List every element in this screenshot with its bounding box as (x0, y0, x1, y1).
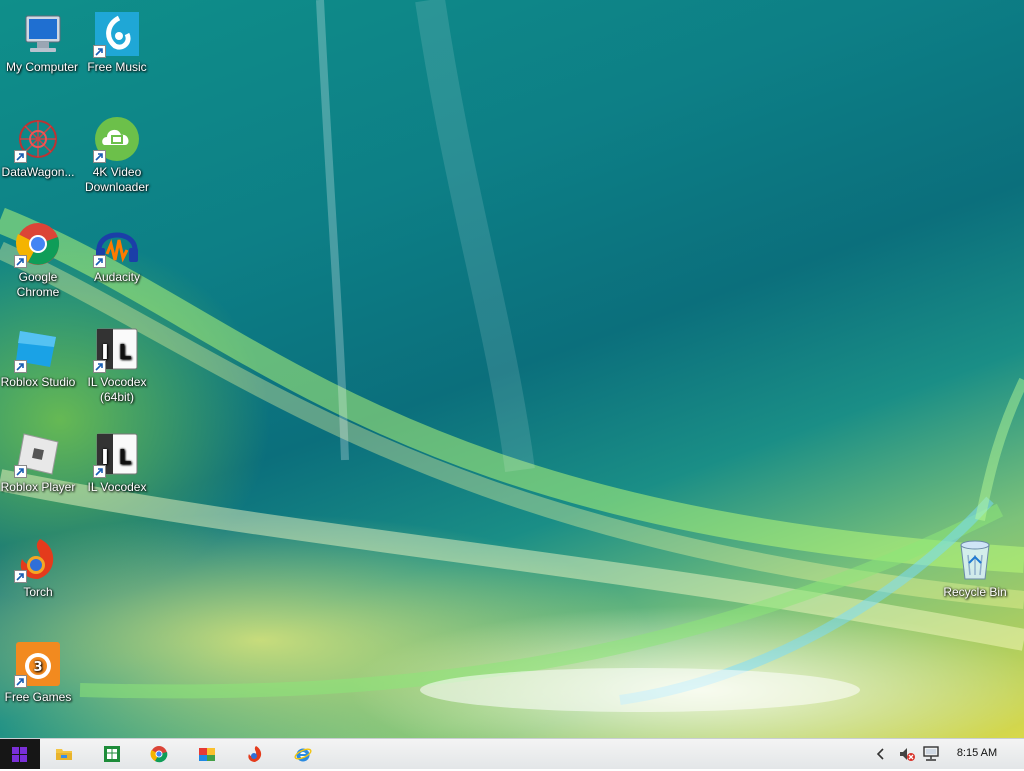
desktop-icon-roblox-studio[interactable]: Roblox Studio (0, 319, 80, 390)
free-music-icon (93, 10, 141, 58)
desktop-icon-free-music[interactable]: Free Music (75, 4, 159, 75)
desktop-icon-4k-video-downloader[interactable]: 4K Video Downloader (75, 109, 159, 195)
file-explorer-icon (56, 749, 72, 760)
shortcut-arrow-icon (14, 570, 27, 583)
chrome-icon (150, 746, 168, 763)
taskbar: 8:15 AM (0, 738, 1024, 769)
icon-label: Torch (23, 585, 53, 599)
datawagon-icon (14, 115, 62, 163)
start-button[interactable] (0, 739, 40, 769)
taskbar-spreadsheet-app[interactable] (99, 742, 125, 766)
desktop-icon-recycle-bin[interactable]: Recycle Bin (933, 529, 1017, 600)
icon-label: Free Games (4, 690, 72, 704)
icon-label: IL Vocodex (87, 480, 147, 494)
shortcut-arrow-icon (14, 150, 27, 163)
audacity-headphones-icon (93, 220, 141, 268)
taskbar-roblox[interactable] (194, 742, 220, 766)
network-icon (923, 746, 939, 761)
il-vocodex-icon: IL (93, 430, 141, 478)
desktop-icon-my-computer[interactable]: My Computer (0, 4, 84, 75)
shortcut-arrow-icon (14, 255, 27, 268)
windows-logo-icon (12, 747, 27, 762)
icon-label: Recycle Bin (943, 585, 1007, 599)
show-hidden-icons-button[interactable] (872, 745, 890, 763)
shortcut-arrow-icon (93, 360, 106, 373)
roblox-multicolor-icon (199, 748, 215, 761)
volume-button[interactable] (898, 745, 916, 763)
torch-icon (248, 746, 262, 762)
desktop-icon-audacity[interactable]: Audacity (75, 214, 159, 285)
roblox-player-icon (14, 430, 62, 478)
desktop-icon-google-chrome[interactable]: Google Chrome (0, 214, 80, 300)
shortcut-arrow-icon (14, 465, 27, 478)
desktop-icon-il-vocodex-64[interactable]: IL IL Vocodex (64bit) (75, 319, 159, 405)
taskbar-torch[interactable] (242, 742, 268, 766)
chevron-left-icon (876, 748, 884, 760)
chrome-icon (14, 220, 62, 268)
taskbar-file-explorer[interactable] (51, 742, 77, 766)
torch-icon (14, 535, 62, 583)
network-button[interactable] (922, 745, 940, 763)
icon-label: Roblox Studio (0, 375, 76, 389)
roblox-studio-icon (14, 325, 62, 373)
shortcut-arrow-icon (93, 45, 106, 58)
speaker-muted-icon (900, 748, 915, 761)
desktop-icon-roblox-player[interactable]: Roblox Player (0, 424, 80, 495)
taskbar-internet-explorer[interactable] (290, 742, 316, 766)
taskbar-chrome[interactable] (146, 742, 172, 766)
desktop-icon-il-vocodex[interactable]: IL IL Vocodex (75, 424, 159, 495)
icon-label: Google Chrome (16, 270, 60, 299)
recycle-bin-icon (951, 535, 999, 583)
svg-text:L: L (119, 340, 132, 364)
icon-label: Roblox Player (0, 480, 76, 494)
il-vocodex-icon: IL (93, 325, 141, 373)
desktop-icon-datawagon[interactable]: DataWagon... (0, 109, 80, 180)
svg-text:L: L (119, 445, 132, 469)
icon-label: Audacity (93, 270, 141, 284)
shortcut-arrow-icon (93, 150, 106, 163)
icon-label: IL Vocodex (64bit) (87, 375, 147, 404)
shortcut-arrow-icon (93, 255, 106, 268)
4k-video-downloader-icon (93, 115, 141, 163)
shortcut-arrow-icon (93, 465, 106, 478)
desktop-icon-free-games[interactable]: 3 Free Games (0, 634, 80, 705)
spreadsheet-app-icon (104, 746, 120, 762)
computer-monitor-icon (18, 10, 66, 58)
shortcut-arrow-icon (14, 360, 27, 373)
icon-label: Free Music (87, 60, 147, 74)
icon-label: 4K Video Downloader (84, 165, 150, 194)
taskbar-clock[interactable]: 8:15 AM (948, 747, 1006, 759)
icon-label: My Computer (5, 60, 79, 74)
icon-label: DataWagon... (1, 165, 75, 179)
svg-text:3: 3 (33, 660, 42, 675)
free-games-icon: 3 (14, 640, 62, 688)
internet-explorer-icon (294, 748, 312, 762)
desktop-icon-torch[interactable]: Torch (0, 529, 80, 600)
shortcut-arrow-icon (14, 675, 27, 688)
